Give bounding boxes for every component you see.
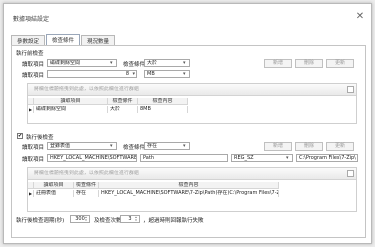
table-row[interactable]: ▶ 磁碟剩餘空間 大於 8MB bbox=[28, 106, 356, 113]
post-item-label: 讀取項目 bbox=[22, 145, 45, 151]
col-header-item[interactable]: 讀取項目 bbox=[34, 98, 108, 105]
pre-item-value: 磁碟剩餘空間 bbox=[50, 60, 81, 66]
chevron-down-icon: ▾ bbox=[132, 71, 135, 77]
col-header-condition[interactable]: 檢查條件 bbox=[74, 182, 99, 189]
cell-content: HKEY_LOCAL_MACHINE\SOFTWARE\7-Zip\Path(存… bbox=[101, 190, 279, 197]
interval-stepper[interactable]: 300 ▴ ▾ bbox=[70, 215, 90, 223]
settings-dialog: 數據項結設定 ✕ 參數設定 檢查條件 現況數量 執行前檢查 讀取項目 磁碟剩餘空… bbox=[3, 3, 372, 244]
pre-check-header: 執行前檢查 bbox=[16, 51, 44, 57]
tab-parameters[interactable]: 參數設定 bbox=[11, 35, 46, 45]
close-icon[interactable]: ✕ bbox=[355, 12, 365, 22]
col-header-condition[interactable]: 檢查條件 bbox=[108, 98, 138, 105]
pre-group-hint: 將欄位標題拖曳到此處，以依照此欄位進行群組 bbox=[28, 84, 356, 96]
tab-content: 執行前檢查 讀取項目 磁碟剩餘空間 ▾ 檢查條件 大於 ▾ 新增 刪除 更新 讀取項… bbox=[11, 45, 366, 238]
registry-path-input[interactable]: HKEY_LOCAL_MACHINE\SOFTWARE\7 bbox=[47, 154, 137, 162]
count-label: 及檢查次數 bbox=[94, 218, 122, 224]
tab-status-quantity[interactable]: 現況數量 bbox=[81, 35, 116, 45]
col-header-content[interactable]: 檢查內容 bbox=[99, 182, 279, 189]
pre-unit-select[interactable]: MB ▾ bbox=[144, 70, 190, 78]
chevron-down-icon: ▾ bbox=[183, 71, 186, 77]
chevron-down-icon: ▾ bbox=[286, 155, 289, 161]
clear-filter-icon[interactable] bbox=[347, 86, 354, 93]
pre-condition-value: 大於 bbox=[147, 60, 158, 66]
title-bar: 數據項結設定 ✕ bbox=[4, 4, 371, 29]
cell-item: 磁碟剩餘空間 bbox=[34, 106, 108, 113]
post-condition-value: 存在 bbox=[147, 143, 158, 149]
post-delete-button[interactable]: 刪除 bbox=[295, 142, 323, 151]
tab-bar: 參數設定 檢查條件 現況數量 bbox=[11, 34, 116, 45]
cell-condition: 大於 bbox=[108, 106, 138, 113]
registry-name-input[interactable]: Path bbox=[140, 154, 228, 162]
chevron-down-icon: ▾ bbox=[183, 143, 186, 149]
post-value-label: 讀取項目 bbox=[22, 157, 45, 163]
pre-add-button[interactable]: 新增 bbox=[264, 59, 292, 68]
failure-note: ，超過時則回報執行失敗 bbox=[143, 218, 204, 224]
cell-item: 註冊表值 bbox=[34, 190, 74, 197]
window-title: 數據項結設定 bbox=[13, 16, 50, 23]
post-item-select[interactable]: 登錄表值 ▾ bbox=[47, 142, 117, 150]
pre-item-select[interactable]: 磁碟剩餘空間 ▾ bbox=[47, 59, 117, 67]
interval-label: 執行後檢查週期(秒) bbox=[16, 218, 65, 224]
post-item-value: 登錄表值 bbox=[50, 143, 71, 149]
clear-filter-icon[interactable] bbox=[347, 170, 354, 177]
post-check-header: 執行後檢查 bbox=[26, 135, 54, 141]
col-header-content[interactable]: 檢查內容 bbox=[138, 98, 188, 105]
registry-type-select[interactable]: REG_SZ ▾ bbox=[231, 154, 293, 162]
pre-check-grid: 將欄位標題拖曳到此處，以依照此欄位進行群組 讀取項目 檢查條件 檢查內容 ▶ 磁… bbox=[27, 83, 357, 124]
post-grid-header: 讀取項目 檢查條件 檢查內容 bbox=[28, 182, 356, 189]
cell-condition: 存在 bbox=[74, 190, 99, 197]
cell-content: 8MB bbox=[138, 106, 188, 113]
pre-condition-label: 檢查條件 bbox=[123, 62, 146, 68]
count-value: 3 bbox=[128, 216, 132, 222]
tab-check-conditions[interactable]: 檢查條件 bbox=[46, 34, 81, 45]
pre-delete-button[interactable]: 刪除 bbox=[295, 59, 323, 68]
post-check-checkbox[interactable]: ✔ bbox=[17, 133, 23, 139]
count-stepper[interactable]: 3 ▴ ▾ bbox=[120, 215, 140, 223]
registry-type-value: REG_SZ bbox=[234, 155, 254, 161]
chevron-down-icon: ▾ bbox=[183, 60, 186, 66]
pre-value-number: 8 bbox=[125, 71, 129, 77]
spinner-icon[interactable]: ▴ ▾ bbox=[134, 216, 138, 222]
post-condition-select[interactable]: 存在 ▾ bbox=[144, 142, 190, 150]
pre-condition-select[interactable]: 大於 ▾ bbox=[144, 59, 190, 67]
pre-value-label: 讀取項目 bbox=[22, 73, 45, 79]
post-condition-label: 檢查條件 bbox=[123, 145, 146, 151]
pre-grid-header: 讀取項目 檢查條件 檢查內容 bbox=[28, 98, 356, 105]
post-add-button[interactable]: 新增 bbox=[264, 142, 292, 151]
post-check-grid: 將欄位標題拖曳到此處，以依照此欄位進行群組 讀取項目 檢查條件 檢查內容 ▶ 註… bbox=[27, 167, 357, 212]
post-update-button[interactable]: 更新 bbox=[326, 142, 354, 151]
registry-value-input[interactable]: C:\Program Files\7-Zip\ bbox=[296, 154, 358, 162]
chevron-down-icon: ▾ bbox=[110, 60, 113, 66]
spinner-icon[interactable]: ▴ ▾ bbox=[84, 216, 88, 222]
pre-update-button[interactable]: 更新 bbox=[326, 59, 354, 68]
table-row[interactable]: ▶ 註冊表值 存在 HKEY_LOCAL_MACHINE\SOFTWARE\7-… bbox=[28, 190, 356, 197]
chevron-down-icon: ▾ bbox=[110, 143, 113, 149]
pre-item-label: 讀取項目 bbox=[22, 62, 45, 68]
pre-value-stepper[interactable]: 8 ▾ bbox=[47, 70, 137, 78]
post-group-hint: 將欄位標題拖曳到此處，以依照此欄位進行群組 bbox=[28, 168, 356, 180]
pre-unit-value: MB bbox=[147, 71, 155, 77]
col-header-item[interactable]: 讀取項目 bbox=[34, 182, 74, 189]
